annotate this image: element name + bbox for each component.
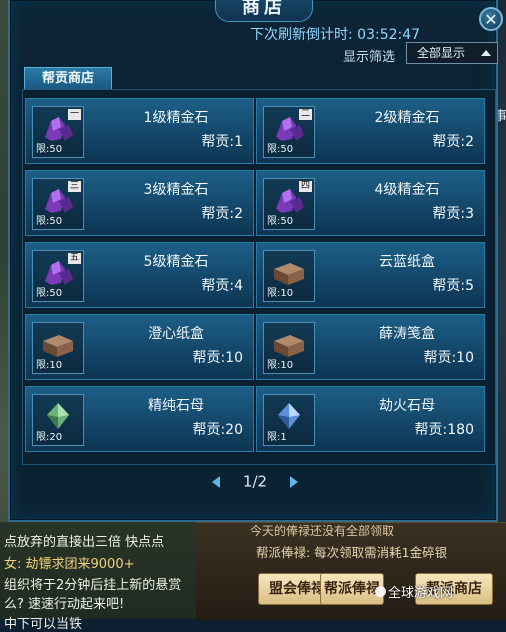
shop-item-card[interactable]: 限:1 劫火石母帮贡:180 [256, 386, 485, 452]
blue-stone-icon [270, 401, 308, 431]
item-purchase-limit: 限:50 [267, 144, 294, 155]
chat-line: 点放弃的直接出三倍 快点点 [4, 535, 165, 550]
item-purchase-limit: 限:10 [267, 288, 294, 299]
item-grade-badge: 二 [298, 109, 312, 120]
item-price: 帮贡:180 [414, 422, 474, 438]
item-slot[interactable]: 限:10 [263, 322, 315, 374]
item-purchase-limit: 限:50 [36, 288, 63, 299]
refresh-countdown: 下次刷新倒计时: 03:52:47 [250, 24, 420, 44]
item-grid: 一限:50 1级精金石 帮贡:1 二限:50 2级精金石 帮贡:2 三限:50 3级精金石 帮贡… [22, 89, 496, 465]
item-price: 帮贡:1 [201, 134, 243, 150]
item-slot[interactable]: 二限:50 [263, 106, 315, 158]
shop-item-card[interactable]: 五限:50 5级精金石帮贡:4 [25, 242, 254, 308]
window-title: 商店 [215, 0, 313, 22]
item-price: 帮贡:3 [432, 206, 474, 222]
item-name: 5级精金石 [143, 254, 209, 270]
item-price: 帮贡:10 [423, 350, 474, 366]
shop-item-card[interactable]: 一限:50 1级精金石帮贡:1 [25, 98, 254, 164]
wechat-icon [375, 586, 386, 597]
item-purchase-limit: 限:10 [36, 360, 63, 371]
item-name: 精纯石母 [148, 398, 204, 414]
prev-page-icon[interactable] [212, 475, 221, 488]
item-price: 帮贡:4 [201, 278, 243, 294]
item-grade-badge: 三 [67, 181, 81, 192]
box-icon [270, 329, 308, 359]
chat-panel: 点放弃的直接出三倍 快点点 女: 劫镖求团来9000+ 组织将于2分钟后挂上新的… [0, 522, 196, 632]
item-price: 帮贡:5 [432, 278, 474, 294]
dropdown-caret-icon [481, 50, 491, 56]
box-icon [39, 329, 77, 359]
item-slot[interactable]: 三限:50 [32, 178, 84, 230]
chat-line: 组织将于2分钟后挂上新的悬赏 [4, 578, 182, 593]
item-slot[interactable]: 限:1 [263, 394, 315, 446]
green-stone-icon [39, 401, 77, 431]
item-name: 劫火石母 [379, 398, 435, 414]
filter-label: 显示筛选 [343, 50, 396, 65]
close-button[interactable]: ✕ [479, 7, 503, 31]
item-name: 2级精金石 [374, 110, 440, 126]
shop-item-card[interactable]: 三限:50 3级精金石帮贡:2 [25, 170, 254, 236]
item-grade-badge: 四 [298, 181, 312, 192]
item-slot[interactable]: 限:10 [263, 250, 315, 302]
item-name: 澄心纸盒 [148, 326, 204, 342]
next-page-icon[interactable] [289, 475, 298, 488]
item-purchase-limit: 限:50 [267, 216, 294, 227]
item-name: 3级精金石 [143, 182, 209, 198]
item-name: 薛涛笺盒 [379, 326, 435, 342]
salary-notice: 今天的俸禄还没有全部领取 [250, 524, 395, 538]
item-purchase-limit: 限:10 [267, 360, 294, 371]
box-icon [270, 257, 308, 287]
item-price: 帮贡:20 [192, 422, 243, 438]
page-indicator: 1/2 [242, 472, 268, 491]
filter-dropdown[interactable]: 全部显示 [406, 42, 498, 64]
countdown-label: 下次刷新倒计时: [250, 27, 353, 43]
item-purchase-limit: 限:50 [36, 216, 63, 227]
tab-guild-contribution-shop[interactable]: 帮贡商店 [24, 67, 112, 89]
shop-item-card[interactable]: 限:20 精纯石母帮贡:20 [25, 386, 254, 452]
chat-line: 女: 劫镖求团来9000+ [4, 557, 135, 572]
shop-item-card[interactable]: 四限:50 4级精金石帮贡:3 [256, 170, 485, 236]
item-grade-badge: 一 [67, 109, 81, 120]
item-slot[interactable]: 五限:50 [32, 250, 84, 302]
shop-item-card[interactable]: 限:10 澄心纸盒帮贡:10 [25, 314, 254, 380]
shop-item-card[interactable]: 限:10 云蓝纸盒帮贡:5 [256, 242, 485, 308]
item-slot[interactable]: 限:10 [32, 322, 84, 374]
salary-cost-note: 帮派俸禄: 每次领取需消耗1金碎银 [256, 545, 448, 560]
item-name: 4级精金石 [374, 182, 440, 198]
shop-item-card[interactable]: 二限:50 2级精金石帮贡:2 [256, 98, 485, 164]
chat-line: 么? 速速行动起来吧! [4, 597, 125, 612]
item-name: 云蓝纸盒 [379, 254, 435, 270]
item-price: 帮贡:10 [192, 350, 243, 366]
shop-item-card[interactable]: 限:10 薛涛笺盒帮贡:10 [256, 314, 485, 380]
item-slot[interactable]: 一限:50 [32, 106, 84, 158]
item-purchase-limit: 限:1 [267, 432, 287, 443]
shop-window: 商店 ✕ 下次刷新倒计时: 03:52:47 显示筛选 全部显示 帮贡商店 一限… [8, 0, 503, 522]
item-grade-badge: 五 [67, 253, 81, 264]
item-purchase-limit: 限:50 [36, 144, 63, 155]
item-slot[interactable]: 限:20 [32, 394, 84, 446]
item-slot[interactable]: 四限:50 [263, 178, 315, 230]
item-purchase-limit: 限:20 [36, 432, 63, 443]
item-price: 帮贡:2 [201, 206, 243, 222]
filter-selected-value: 全部显示 [417, 46, 466, 60]
watermark: 全球游戏网 [388, 586, 454, 601]
chat-line: 中下可以当铁 [4, 617, 83, 632]
countdown-value: 03:52:47 [357, 27, 421, 43]
item-price: 帮贡:2 [432, 134, 474, 150]
pager: 1/2 [10, 472, 500, 491]
item-name: 1级精金石 [143, 110, 209, 126]
